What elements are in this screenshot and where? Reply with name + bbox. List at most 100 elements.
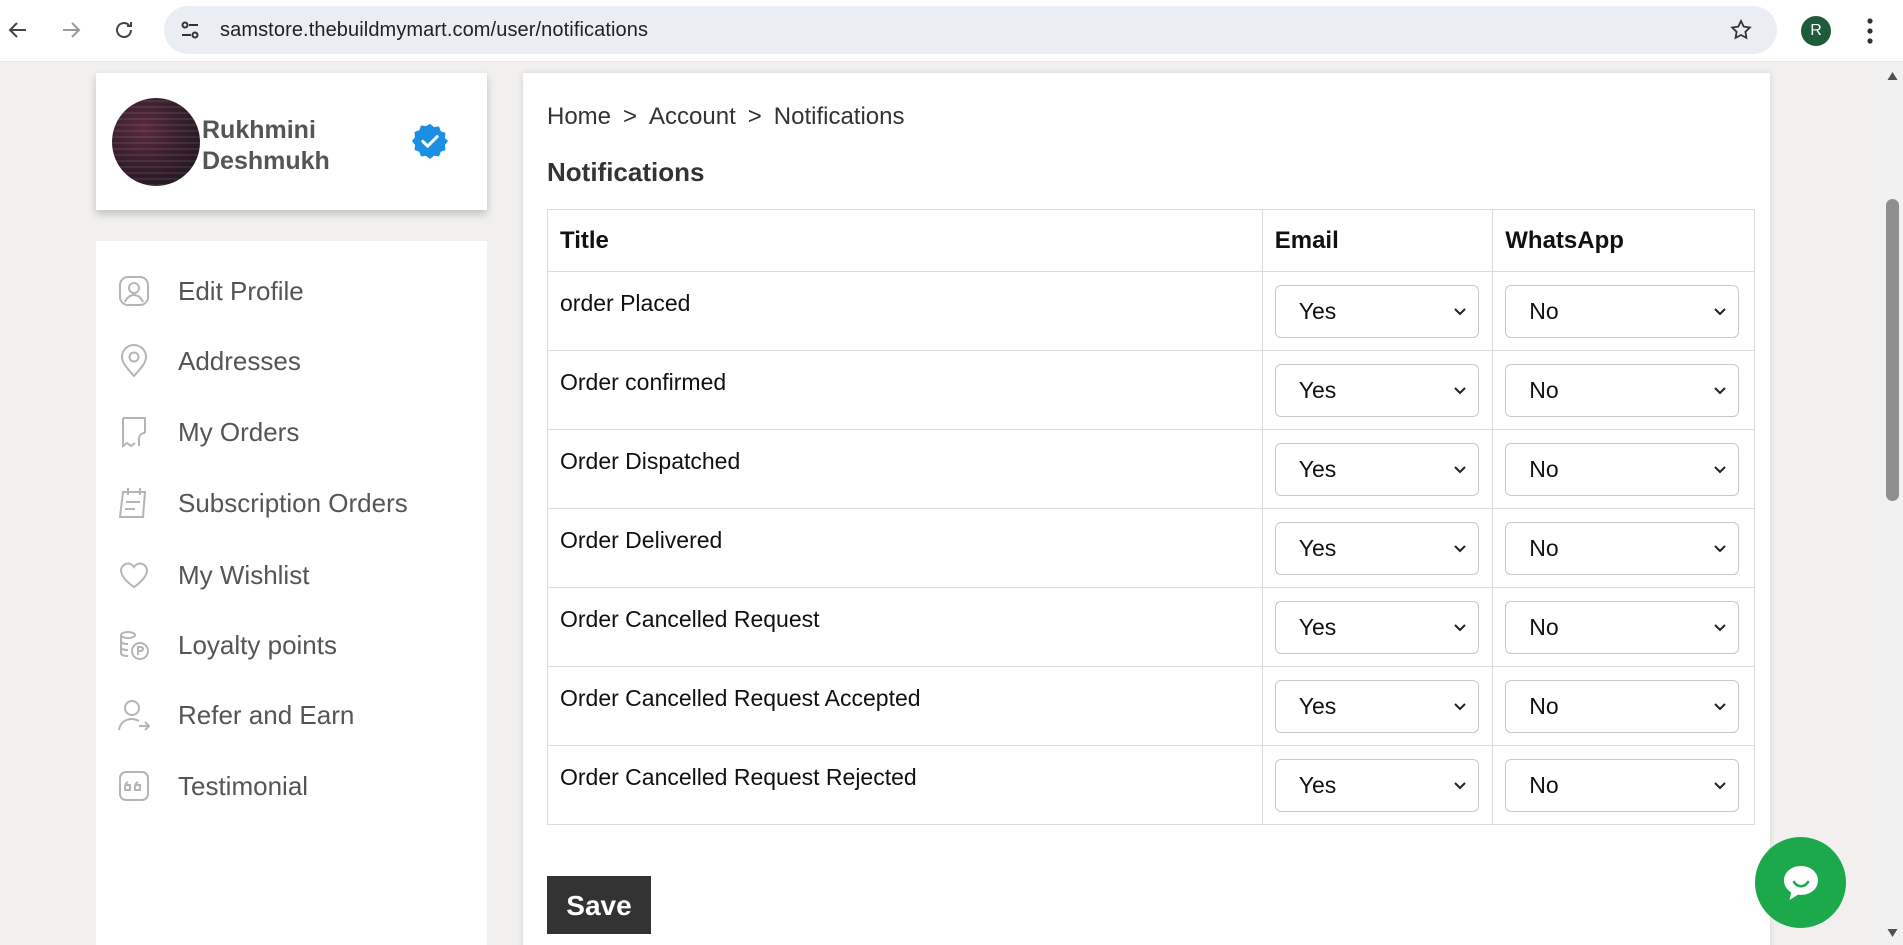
email-select[interactable]: Yes <box>1274 364 1479 417</box>
whatsapp-select[interactable]: No <box>1505 522 1740 575</box>
scrollbar-thumb[interactable] <box>1886 199 1899 501</box>
email-select[interactable]: Yes <box>1274 522 1479 575</box>
chevron-down-icon <box>1714 466 1726 474</box>
forward-button[interactable] <box>53 12 89 48</box>
chevron-down-icon <box>1714 545 1726 553</box>
refer-user-icon <box>118 700 151 731</box>
email-select[interactable]: Yes <box>1274 443 1479 496</box>
sidebar-item-label: Subscription Orders <box>178 487 408 518</box>
sidebar-item-label: Testimonial <box>178 770 309 801</box>
table-row: Order Cancelled Request Accepted Yes No <box>547 666 1755 746</box>
notification-title: Order confirmed <box>547 350 1263 430</box>
notification-title: Order Delivered <box>547 508 1263 588</box>
notifications-panel: Home > Account > Notifications Notificat… <box>523 73 1770 945</box>
select-value: No <box>1529 772 1559 798</box>
chat-bubble-icon <box>1783 865 1818 900</box>
table-row: Order Delivered Yes No <box>547 508 1755 588</box>
user-icon <box>119 276 149 306</box>
whatsapp-select[interactable]: No <box>1505 364 1740 417</box>
sidebar-item-my-orders[interactable]: My Orders <box>96 402 487 462</box>
chevron-down-icon <box>1454 545 1466 553</box>
sidebar-item-subscription-orders[interactable]: Subscription Orders <box>96 473 487 533</box>
table-header-row: Title Email WhatsApp <box>547 209 1755 272</box>
select-value: No <box>1529 535 1559 561</box>
breadcrumb: Home > Account > Notifications <box>547 103 905 131</box>
sidebar-item-edit-profile[interactable]: Edit Profile <box>96 261 487 321</box>
bookmark-star-icon[interactable] <box>1729 18 1753 42</box>
chevron-down-icon <box>1454 782 1466 790</box>
receipt-icon <box>122 417 146 448</box>
sidebar-item-label: Loyalty points <box>178 629 337 660</box>
notification-title: Order Dispatched <box>547 429 1263 509</box>
page-title: Notifications <box>547 157 705 187</box>
back-button[interactable] <box>0 12 36 48</box>
sidebar-item-label: Refer and Earn <box>178 699 355 730</box>
notification-title: Order Cancelled Request <box>547 587 1263 667</box>
column-header-whatsapp: WhatsApp <box>1492 209 1755 272</box>
more-vertical-icon[interactable] <box>1858 14 1882 48</box>
profile-card: Rukhmini Deshmukh <box>96 73 487 210</box>
notification-title: order Placed <box>547 271 1263 351</box>
select-value: Yes <box>1298 535 1337 561</box>
sidebar-item-addresses[interactable]: Addresses <box>96 331 487 391</box>
chevron-down-icon <box>1454 624 1466 632</box>
reload-icon <box>116 22 132 38</box>
column-header-email: Email <box>1261 209 1494 272</box>
address-bar[interactable]: samstore.thebuildmymart.com/user/notific… <box>164 6 1777 54</box>
calendar-icon <box>118 488 147 518</box>
email-select[interactable]: Yes <box>1274 759 1479 812</box>
scroll-down-arrow-icon[interactable] <box>1886 927 1899 939</box>
chevron-down-icon <box>1714 624 1726 632</box>
chevron-down-icon <box>1454 387 1466 395</box>
breadcrumb-separator: > <box>623 103 638 130</box>
chat-button[interactable] <box>1755 837 1846 928</box>
whatsapp-select[interactable]: No <box>1505 285 1740 338</box>
chevron-down-icon <box>1454 466 1466 474</box>
sidebar-item-my-wishlist[interactable]: My Wishlist <box>96 545 487 605</box>
sidebar-item-testimonial[interactable]: Testimonial <box>96 756 487 816</box>
email-select[interactable]: Yes <box>1274 601 1479 654</box>
page-scrollbar[interactable] <box>1882 62 1903 945</box>
email-select[interactable]: Yes <box>1274 285 1479 338</box>
sidebar-item-label: Edit Profile <box>178 275 304 306</box>
table-row: Order Cancelled Request Rejected Yes No <box>547 745 1755 825</box>
column-header-title: Title <box>547 209 1263 272</box>
profile-name: Rukhmini Deshmukh <box>202 116 330 175</box>
select-value: No <box>1529 614 1559 640</box>
breadcrumb-account[interactable]: Account <box>649 103 736 131</box>
sidebar-item-label: My Wishlist <box>178 559 310 590</box>
chevron-down-icon <box>1714 387 1726 395</box>
select-value: Yes <box>1298 456 1337 482</box>
breadcrumb-separator: > <box>747 103 762 130</box>
table-row: Order Cancelled Request Yes No <box>547 587 1755 667</box>
whatsapp-select[interactable]: No <box>1505 759 1740 812</box>
table-row: Order Dispatched Yes No <box>547 429 1755 509</box>
reload-button[interactable] <box>106 12 142 48</box>
chevron-down-icon <box>1714 308 1726 316</box>
url-text[interactable]: samstore.thebuildmymart.com/user/notific… <box>220 6 648 54</box>
chevron-down-icon <box>1714 703 1726 711</box>
select-value: Yes <box>1298 772 1337 798</box>
notification-title: Order Cancelled Request Rejected <box>547 745 1263 825</box>
select-value: No <box>1529 298 1559 324</box>
select-value: Yes <box>1298 377 1337 403</box>
sidebar-item-loyalty-points[interactable]: Loyalty points <box>96 615 487 675</box>
email-select[interactable]: Yes <box>1274 680 1479 733</box>
whatsapp-select[interactable]: No <box>1505 443 1740 496</box>
page-viewport: Rukhmini Deshmukh Edit Profile Addresses… <box>0 62 1882 945</box>
browser-profile-avatar[interactable]: R <box>1801 16 1831 46</box>
sidebar-item-refer-and-earn[interactable]: Refer and Earn <box>96 685 487 745</box>
whatsapp-select[interactable]: No <box>1505 680 1740 733</box>
scroll-up-arrow-icon[interactable] <box>1886 70 1899 82</box>
select-value: No <box>1529 456 1559 482</box>
browser-toolbar: samstore.thebuildmymart.com/user/notific… <box>0 0 1903 62</box>
account-sidebar: Edit Profile Addresses My Orders Subscri… <box>96 241 487 945</box>
whatsapp-select[interactable]: No <box>1505 601 1740 654</box>
chevron-down-icon <box>1714 782 1726 790</box>
breadcrumb-home[interactable]: Home <box>547 103 611 131</box>
save-button[interactable]: Save <box>547 876 651 934</box>
notifications-table: Title Email WhatsApp order Placed Yes No… <box>547 209 1755 825</box>
table-row: Order confirmed Yes No <box>547 350 1755 430</box>
breadcrumb-current: Notifications <box>773 103 905 130</box>
site-info-icon[interactable] <box>178 18 202 42</box>
